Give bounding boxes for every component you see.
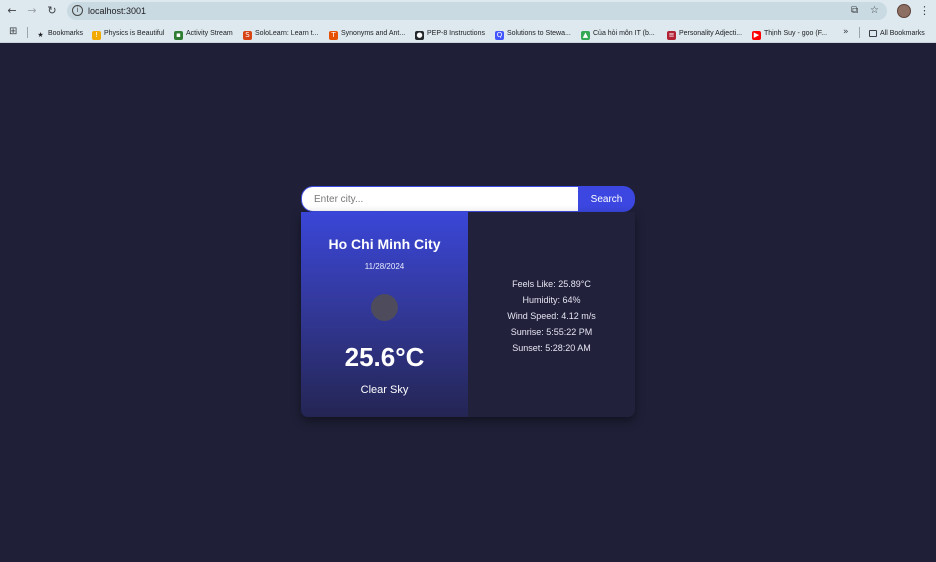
- bookmark-divider: [859, 27, 860, 38]
- bookmark-item[interactable]: ▲ Của hỏi môn IT (b...: [581, 28, 655, 40]
- search-button[interactable]: Search: [578, 186, 635, 212]
- bookmark-label: Personality Adjecti...: [679, 30, 743, 37]
- activity-favicon: ▪: [174, 31, 183, 40]
- bookmark-label: Của hỏi môn IT (b...: [593, 30, 655, 37]
- sunset: Sunset: 5:28:20 AM: [512, 343, 591, 353]
- weather-date: 11/28/2024: [364, 262, 405, 271]
- folder-icon: [869, 30, 877, 37]
- github-favicon: ●: [415, 31, 424, 40]
- bookmark-star-icon[interactable]: ☆: [870, 4, 879, 18]
- more-bookmarks-icon[interactable]: »: [843, 27, 849, 37]
- all-bookmarks-link[interactable]: All Bookmarks: [869, 28, 925, 39]
- bookmark-item[interactable]: S SoloLearn: Learn t...: [243, 28, 319, 40]
- bookmark-label: SoloLearn: Learn t...: [255, 30, 319, 37]
- bookmark-label: Physics is Beautiful: [104, 30, 165, 37]
- browser-toolbar: ← → ↻ i localhost:3001 ⧉ ☆ ⋮: [0, 0, 936, 22]
- bookmark-item[interactable]: ● PEP-8 Instructions: [415, 28, 485, 40]
- reload-icon[interactable]: ↻: [44, 3, 60, 19]
- flag-favicon: ≡: [667, 31, 676, 40]
- bookmark-item[interactable]: ★ Bookmarks: [36, 28, 83, 39]
- bookmark-item[interactable]: ! Physics is Beautiful: [92, 28, 165, 40]
- bookmark-label: Synonyms and Ant...: [341, 30, 406, 37]
- wind-speed: Wind Speed: 4.12 m/s: [507, 311, 596, 321]
- feels-like: Feels Like: 25.89°C: [512, 279, 591, 289]
- bookmark-label: Bookmarks: [48, 30, 84, 37]
- city-search-input[interactable]: [301, 186, 579, 212]
- bookmark-label: Thịnh Suy - gọo (F...: [764, 30, 828, 37]
- back-arrow-icon[interactable]: ←: [4, 3, 20, 19]
- weather-details: Feels Like: 25.89°C Humidity: 64% Wind S…: [468, 276, 635, 356]
- bookmark-item[interactable]: T Synonyms and Ant...: [329, 28, 406, 40]
- city-name: Ho Chi Minh City: [328, 236, 441, 252]
- bookmark-item[interactable]: ▶ Thịnh Suy - gọo (F...: [752, 28, 828, 40]
- weather-condition: Clear Sky: [360, 384, 409, 396]
- more-menu-icon[interactable]: ⋮: [919, 3, 930, 19]
- temperature: 25.6°C: [344, 342, 425, 372]
- profile-avatar[interactable]: [897, 4, 911, 18]
- sololearn-favicon: S: [243, 31, 252, 40]
- bookmark-item[interactable]: Q Solutions to Stewa...: [495, 28, 571, 40]
- quizlet-favicon: Q: [495, 31, 504, 40]
- cast-icon[interactable]: ⧉: [851, 4, 858, 18]
- weather-icon: [371, 294, 398, 321]
- site-info-icon[interactable]: i: [72, 5, 83, 16]
- physics-favicon: !: [92, 31, 101, 40]
- bookmark-label: Activity Stream: [186, 30, 233, 37]
- bookmark-divider: [27, 27, 28, 38]
- sunrise: Sunrise: 5:55:22 PM: [510, 327, 593, 337]
- youtube-favicon: ▶: [752, 31, 761, 40]
- star-icon: ★: [37, 31, 44, 39]
- current-weather-panel: Ho Chi Minh City 11/28/2024 25.6°C Clear…: [301, 212, 468, 417]
- bookmark-label: Solutions to Stewa...: [507, 30, 571, 37]
- search-bar: Search: [301, 186, 635, 212]
- weather-card: Ho Chi Minh City 11/28/2024 25.6°C Clear…: [301, 212, 635, 417]
- forward-arrow-icon[interactable]: →: [24, 3, 40, 19]
- humidity: Humidity: 64%: [522, 295, 581, 305]
- address-bar[interactable]: [67, 2, 887, 20]
- url-text[interactable]: localhost:3001: [88, 6, 146, 16]
- apps-grid-icon[interactable]: ⊞: [9, 26, 17, 37]
- bookmark-item[interactable]: ▪ Activity Stream: [174, 28, 233, 40]
- bookmark-item[interactable]: ≡ Personality Adjecti...: [667, 28, 743, 40]
- thesaurus-favicon: T: [329, 31, 338, 40]
- bookmark-label: PEP-8 Instructions: [427, 30, 485, 37]
- drive-favicon: ▲: [581, 31, 590, 40]
- all-bookmarks-label: All Bookmarks: [880, 30, 925, 37]
